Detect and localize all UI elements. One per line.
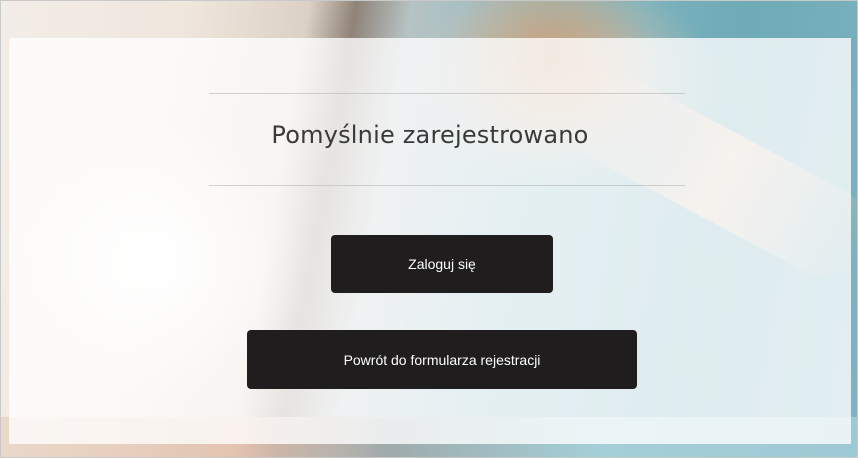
window-frame: Pomyślnie zarejestrowano Zaloguj się Pow… [0,0,858,458]
back-to-registration-button[interactable]: Powrót do formularza rejestracji [247,330,637,389]
page-title: Pomyślnie zarejestrowano [271,121,589,149]
login-button[interactable]: Zaloguj się [331,235,553,293]
bottom-divider [209,185,685,186]
registration-success-panel: Pomyślnie zarejestrowano Zaloguj się Pow… [9,38,851,444]
top-divider [209,93,685,94]
